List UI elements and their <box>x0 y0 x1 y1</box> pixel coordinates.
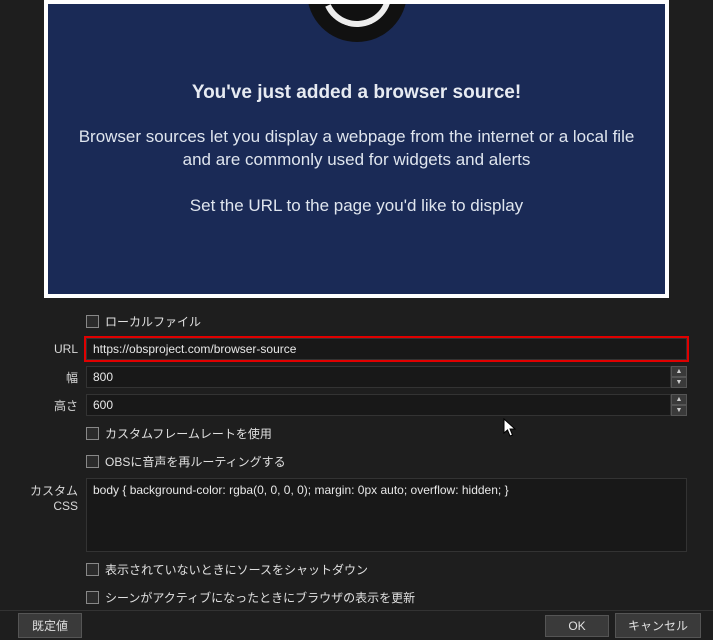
local-file-checkbox[interactable]: ローカルファイル <box>86 313 201 330</box>
defaults-button[interactable]: 既定値 <box>18 613 82 638</box>
refresh-active-label: シーンがアクティブになったときにブラウザの表示を更新 <box>105 589 415 606</box>
reroute-audio-checkbox-input[interactable] <box>86 455 99 468</box>
width-input[interactable] <box>86 366 671 388</box>
width-step-down[interactable]: ▼ <box>671 377 687 388</box>
obs-logo-icon <box>307 4 407 42</box>
height-label: 高さ <box>8 397 86 414</box>
refresh-active-checkbox[interactable]: シーンがアクティブになったときにブラウザの表示を更新 <box>86 589 415 606</box>
cancel-button[interactable]: キャンセル <box>615 613 701 638</box>
refresh-active-checkbox-input[interactable] <box>86 591 99 604</box>
properties-form: ローカルファイル URL 幅 ▲ ▼ 高さ ▲ <box>8 310 687 636</box>
height-input[interactable] <box>86 394 671 416</box>
preview-title: You've just added a browser source! <box>192 82 521 104</box>
custom-fps-checkbox[interactable]: カスタムフレームレートを使用 <box>86 425 272 442</box>
custom-css-input[interactable] <box>86 478 687 552</box>
width-step-up[interactable]: ▲ <box>671 366 687 377</box>
custom-css-label: カスタム CSS <box>8 478 86 513</box>
local-file-label: ローカルファイル <box>105 313 201 330</box>
shutdown-checkbox[interactable]: 表示されていないときにソースをシャットダウン <box>86 561 368 578</box>
dialog-button-bar: 既定値 OK キャンセル <box>0 610 713 640</box>
width-label: 幅 <box>8 369 86 386</box>
shutdown-checkbox-input[interactable] <box>86 563 99 576</box>
shutdown-label: 表示されていないときにソースをシャットダウン <box>105 561 368 578</box>
browser-preview-content: You've just added a browser source! Brow… <box>48 4 665 294</box>
height-step-up[interactable]: ▲ <box>671 394 687 405</box>
reroute-audio-checkbox[interactable]: OBSに音声を再ルーティングする <box>86 453 286 470</box>
local-file-checkbox-input[interactable] <box>86 315 99 328</box>
preview-footer: Set the URL to the page you'd like to di… <box>190 196 523 216</box>
ok-button[interactable]: OK <box>545 615 609 637</box>
custom-fps-checkbox-input[interactable] <box>86 427 99 440</box>
url-input[interactable] <box>86 338 687 360</box>
preview-body: Browser sources let you display a webpag… <box>78 126 635 172</box>
custom-fps-label: カスタムフレームレートを使用 <box>105 425 272 442</box>
reroute-audio-label: OBSに音声を再ルーティングする <box>105 453 286 470</box>
url-label: URL <box>8 342 86 356</box>
browser-preview-frame: You've just added a browser source! Brow… <box>44 0 669 298</box>
height-step-down[interactable]: ▼ <box>671 405 687 416</box>
